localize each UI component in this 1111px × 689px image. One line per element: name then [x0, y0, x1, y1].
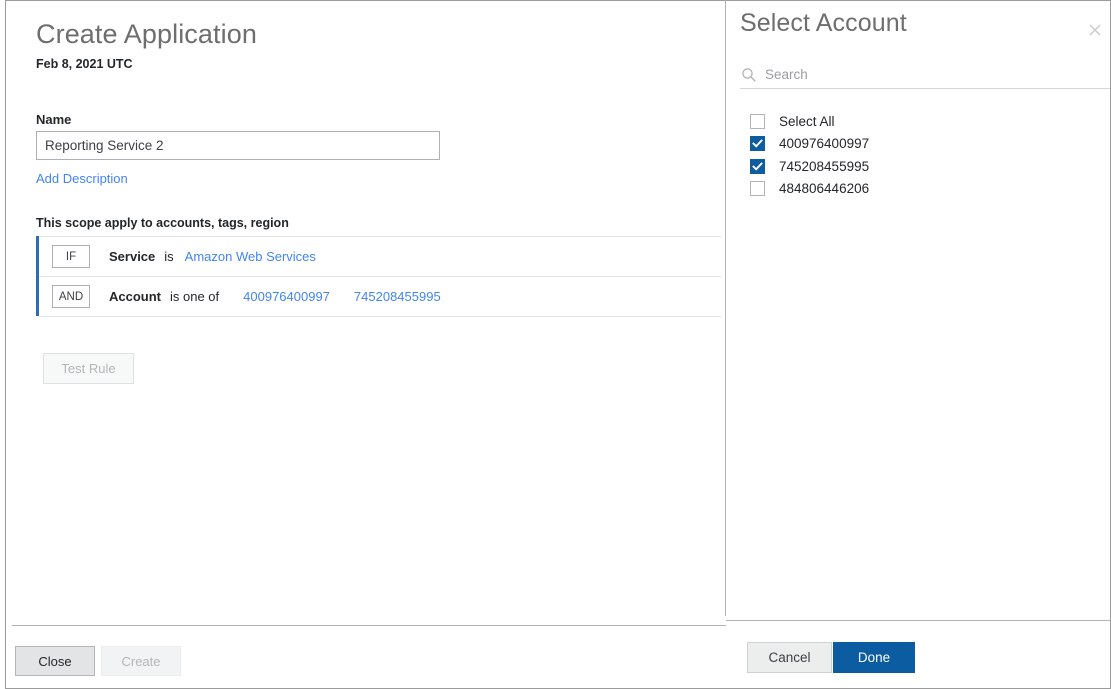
scope-note: This scope apply to accounts, tags, regi… [36, 216, 289, 230]
account-list-item[interactable]: 745208455995 [740, 155, 1105, 178]
rule-comparator: is [164, 249, 174, 264]
create-application-panel: Create Application Feb 8, 2021 UTC Name … [6, 1, 731, 688]
right-footer-divider [726, 620, 1110, 621]
search-input[interactable] [765, 67, 1085, 82]
rule-row: AND Account is one of 400976400997 74520… [39, 277, 721, 317]
account-list-item[interactable]: 400976400997 [740, 133, 1105, 156]
panel-title: Select Account [740, 9, 907, 37]
rule-builder: IF Service is Amazon Web Services AND Ac… [36, 236, 721, 317]
rule-operator-chip[interactable]: IF [52, 245, 90, 268]
page-date: Feb 8, 2021 UTC [36, 57, 133, 71]
account-label: 745208455995 [779, 158, 870, 174]
close-button[interactable]: Close [15, 646, 95, 676]
account-list-item[interactable]: 484806446206 [740, 178, 1105, 201]
create-button[interactable]: Create [101, 646, 181, 676]
search-icon [741, 67, 757, 83]
name-label: Name [36, 112, 72, 127]
account-list: Select All 400976400997 745208455995 484… [740, 110, 1105, 200]
account-list-item-select-all[interactable]: Select All [740, 110, 1105, 133]
rule-operator-chip[interactable]: AND [52, 285, 90, 308]
rule-value[interactable]: 745208455995 [354, 289, 441, 304]
done-button[interactable]: Done [833, 642, 915, 673]
rule-value[interactable]: 400976400997 [243, 289, 330, 304]
rule-row: IF Service is Amazon Web Services [39, 236, 721, 277]
account-label: 400976400997 [779, 136, 870, 152]
checkbox-account[interactable] [750, 136, 765, 152]
create-application-dialog: Create Application Feb 8, 2021 UTC Name … [0, 0, 1111, 689]
checkbox-select-all[interactable] [750, 113, 765, 129]
rule-comparator: is one of [170, 289, 220, 304]
account-label: Select All [779, 113, 835, 129]
name-input[interactable] [36, 131, 440, 160]
rule-value[interactable]: Amazon Web Services [185, 249, 316, 264]
cancel-button[interactable]: Cancel [747, 642, 832, 673]
account-label: 484806446206 [779, 181, 870, 197]
add-description-link[interactable]: Add Description [36, 171, 128, 186]
page-title: Create Application [36, 19, 257, 49]
close-icon[interactable] [1084, 19, 1106, 41]
rule-attribute: Account [109, 289, 161, 304]
left-footer-divider [12, 625, 731, 626]
test-rule-button[interactable]: Test Rule [43, 353, 134, 384]
search-field[interactable] [740, 61, 1110, 89]
checkbox-account[interactable] [750, 158, 765, 174]
rule-attribute: Service [109, 249, 156, 264]
checkbox-account[interactable] [750, 181, 765, 197]
select-account-panel: Select Account Search Select All 4009764… [726, 1, 1110, 688]
